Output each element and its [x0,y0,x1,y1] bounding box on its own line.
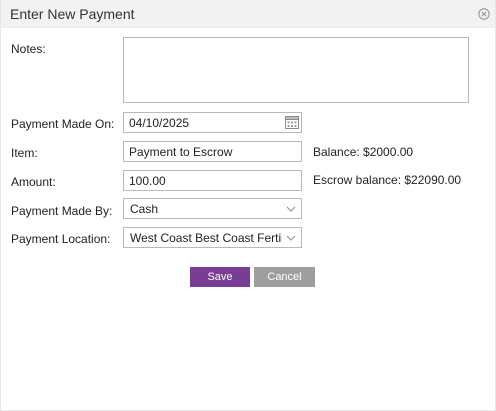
payment-method-value: Cash [130,202,159,216]
payment-location-value: West Coast Best Coast Fertility [130,231,282,245]
notes-textarea[interactable] [123,37,469,103]
chevron-down-icon [285,203,297,215]
payment-date-picker [123,112,302,133]
balance-text: Balance: $2000.00 [313,145,414,159]
dialog-titlebar: Enter New Payment [1,0,495,28]
payment-method-select[interactable]: Cash [123,198,302,219]
chevron-down-icon [285,232,297,244]
payment-location-label: Payment Location: [11,232,111,246]
payment-location-select[interactable]: West Coast Best Coast Fertility [123,227,302,248]
item-label: Item: [11,146,38,160]
close-icon[interactable] [478,8,490,20]
item-input[interactable] [123,141,302,162]
save-button[interactable]: Save [190,267,250,287]
payment-date-input[interactable] [123,112,302,133]
cancel-button[interactable]: Cancel [254,267,315,287]
amount-input[interactable] [123,170,302,191]
payment-dialog: Enter New Payment Notes: Payment Made On… [0,0,496,411]
notes-label: Notes: [11,42,46,56]
amount-label: Amount: [11,175,56,189]
payment-method-label: Payment Made By: [11,204,113,218]
escrow-balance-text: Escrow balance: $22090.00 [313,173,462,187]
calendar-icon[interactable] [284,114,300,130]
payment-date-label: Payment Made On: [11,117,115,131]
dialog-title: Enter New Payment [10,6,135,22]
